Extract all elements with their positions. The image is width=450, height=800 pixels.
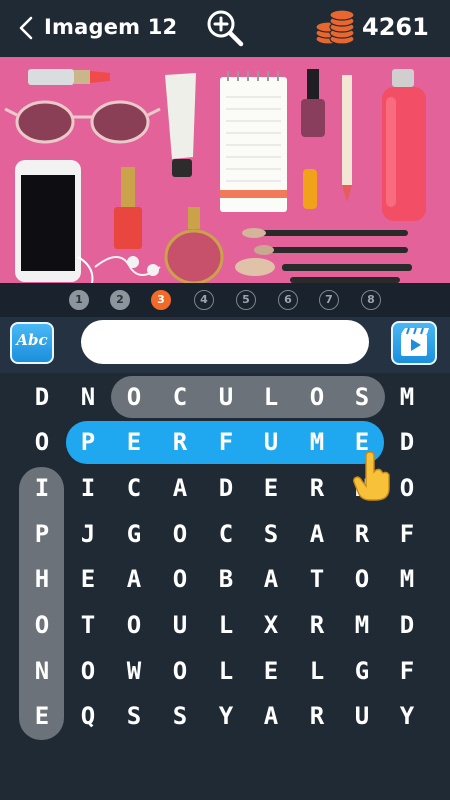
page-dot-5[interactable]: 5: [236, 290, 256, 310]
back-icon[interactable]: [12, 13, 42, 43]
letter-cell[interactable]: S: [339, 374, 385, 420]
letter-cell[interactable]: M: [294, 419, 340, 465]
letter-cell[interactable]: G: [111, 511, 157, 557]
letter-cell[interactable]: M: [384, 556, 430, 602]
letter-cell[interactable]: C: [111, 465, 157, 511]
perfume-bottle-item: [382, 69, 426, 221]
letter-cell[interactable]: A: [248, 693, 294, 739]
coins-icon: [315, 9, 355, 45]
letter-cell[interactable]: R: [294, 602, 340, 648]
letter-cell[interactable]: W: [111, 648, 157, 694]
letter-cell[interactable]: H: [19, 556, 65, 602]
letter-cell[interactable]: L: [248, 374, 294, 420]
letter-cell[interactable]: E: [248, 465, 294, 511]
letter-cell[interactable]: I: [19, 465, 65, 511]
level-title: Imagem 12: [44, 15, 178, 39]
answer-field: [81, 320, 369, 364]
letter-cell[interactable]: Y: [203, 693, 249, 739]
letter-cell[interactable]: N: [19, 648, 65, 694]
letter-cell[interactable]: F: [384, 648, 430, 694]
letter-cell[interactable]: N: [65, 374, 111, 420]
letter-cell[interactable]: D: [203, 465, 249, 511]
letter-cell[interactable]: S: [157, 693, 203, 739]
letter-cell[interactable]: T: [294, 556, 340, 602]
sharpener-item: [303, 169, 317, 209]
letter-cell[interactable]: O: [157, 511, 203, 557]
letter-cell[interactable]: O: [157, 648, 203, 694]
letter-cell[interactable]: O: [65, 648, 111, 694]
letter-cell[interactable]: D: [384, 602, 430, 648]
letter-cell[interactable]: X: [248, 602, 294, 648]
letter-cell[interactable]: R: [339, 511, 385, 557]
letter-cell[interactable]: O: [157, 556, 203, 602]
top-bar: Imagem 12 4261: [0, 0, 450, 56]
letter-cell[interactable]: E: [111, 419, 157, 465]
page-dot-1[interactable]: 1: [69, 290, 89, 310]
coin-count: 4261: [362, 13, 429, 41]
letter-cell[interactable]: O: [339, 556, 385, 602]
phone-item: [15, 160, 94, 283]
letter-cell[interactable]: R: [294, 693, 340, 739]
page-dot-3[interactable]: 3: [151, 290, 171, 310]
letter-cell[interactable]: A: [248, 556, 294, 602]
letter-cell[interactable]: T: [65, 602, 111, 648]
page-dot-2[interactable]: 2: [110, 290, 130, 310]
pointer-hand-icon: [353, 452, 390, 501]
letter-cell[interactable]: E: [19, 693, 65, 739]
letter-cell[interactable]: O: [111, 602, 157, 648]
letter-cell[interactable]: G: [339, 648, 385, 694]
letter-cell[interactable]: M: [339, 602, 385, 648]
letter-cell[interactable]: L: [203, 602, 249, 648]
notebook-item: [220, 71, 287, 212]
letter-cell[interactable]: E: [65, 556, 111, 602]
letter-cell[interactable]: J: [65, 511, 111, 557]
letter-cell[interactable]: D: [19, 374, 65, 420]
page-dot-6[interactable]: 6: [278, 290, 298, 310]
letter-cell[interactable]: L: [203, 648, 249, 694]
letter-cell[interactable]: S: [248, 511, 294, 557]
letter-cell[interactable]: U: [203, 374, 249, 420]
page-dot-7[interactable]: 7: [319, 290, 339, 310]
abc-hint-button[interactable]: Abc: [10, 322, 54, 364]
letter-cell[interactable]: A: [294, 511, 340, 557]
letter-cell[interactable]: Y: [384, 693, 430, 739]
letter-cell[interactable]: A: [157, 465, 203, 511]
letter-cell[interactable]: F: [384, 511, 430, 557]
letter-cell[interactable]: C: [157, 374, 203, 420]
letter-cell[interactable]: O: [19, 602, 65, 648]
letter-cell[interactable]: Q: [65, 693, 111, 739]
zoom-in-icon[interactable]: [203, 6, 247, 50]
letter-cell[interactable]: C: [203, 511, 249, 557]
letter-cell[interactable]: I: [65, 465, 111, 511]
letter-cell[interactable]: U: [248, 419, 294, 465]
letter-cell[interactable]: S: [111, 693, 157, 739]
letter-cell[interactable]: F: [203, 419, 249, 465]
letter-cell[interactable]: O: [111, 374, 157, 420]
letter-cell[interactable]: O: [294, 374, 340, 420]
puzzle-image[interactable]: [0, 57, 450, 283]
letter-cell[interactable]: M: [384, 374, 430, 420]
page-dot-4[interactable]: 4: [194, 290, 214, 310]
letter-cell[interactable]: R: [294, 465, 340, 511]
letter-cell[interactable]: A: [111, 556, 157, 602]
letter-cell[interactable]: P: [19, 511, 65, 557]
video-hint-button[interactable]: [391, 321, 437, 365]
letter-cell[interactable]: U: [157, 602, 203, 648]
page-dot-8[interactable]: 8: [361, 290, 381, 310]
letter-cell[interactable]: P: [65, 419, 111, 465]
letter-cell[interactable]: L: [294, 648, 340, 694]
abc-hint-icon: Abc: [16, 331, 48, 349]
letter-cell[interactable]: U: [339, 693, 385, 739]
letter-cell[interactable]: R: [157, 419, 203, 465]
video-icon: [401, 327, 429, 356]
image-pager: 1 2 3 4 5 6 7 8: [0, 283, 450, 317]
letter-cell[interactable]: B: [203, 556, 249, 602]
letter-cell[interactable]: E: [248, 648, 294, 694]
letter-cell[interactable]: O: [19, 419, 65, 465]
pencil-item: [342, 75, 352, 202]
